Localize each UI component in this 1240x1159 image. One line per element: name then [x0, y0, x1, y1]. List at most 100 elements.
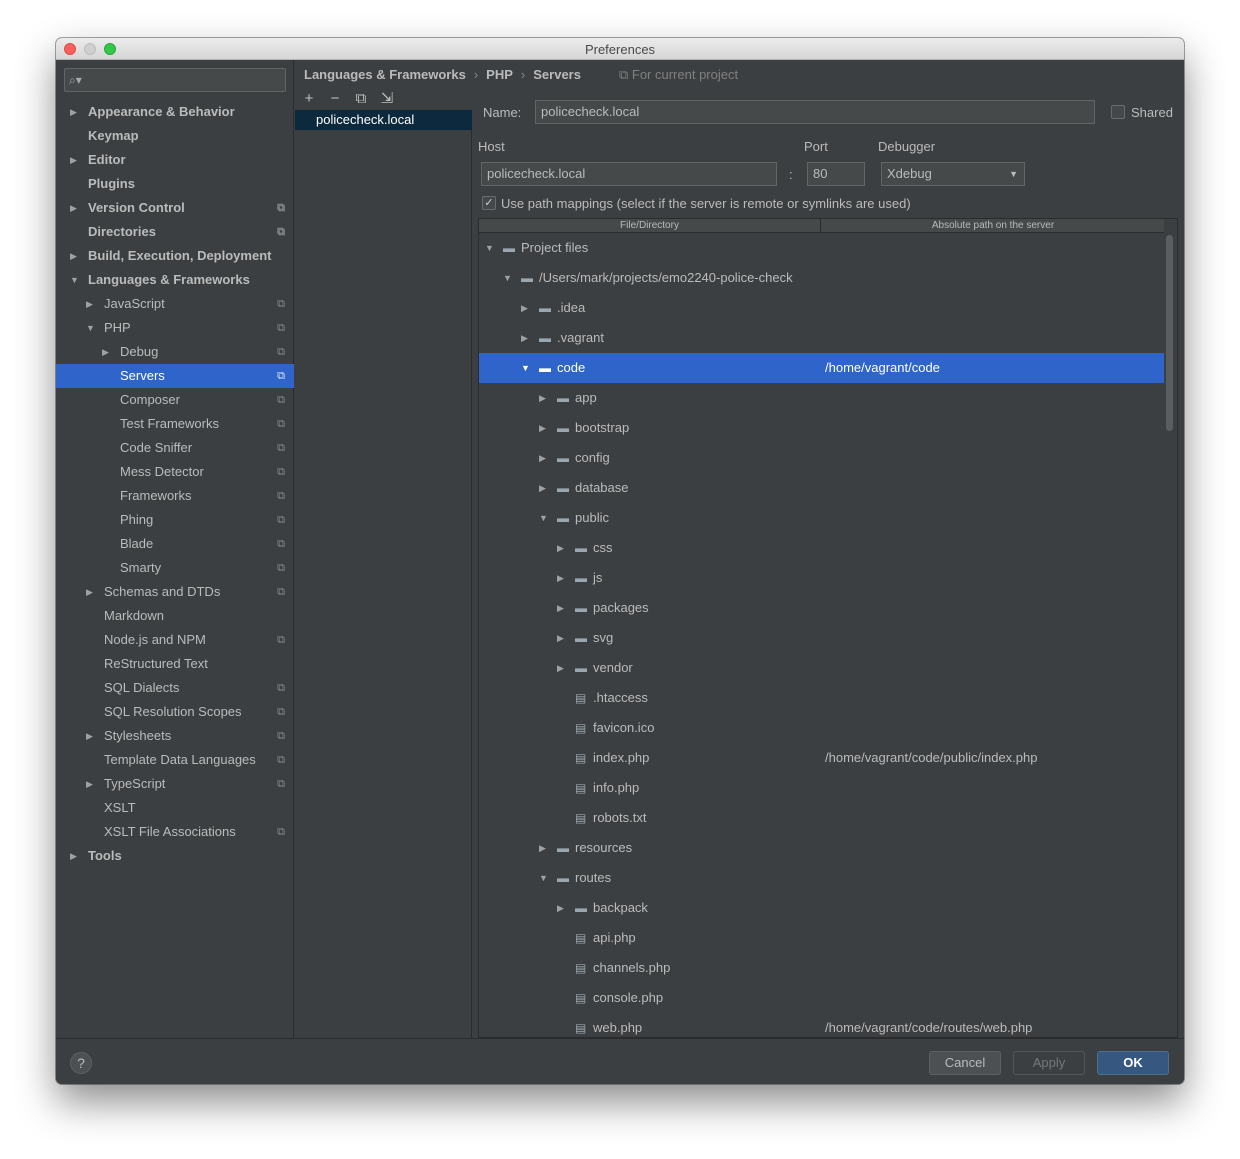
table-row[interactable]: ▤ .htaccess: [479, 683, 1164, 713]
mapping-server-path[interactable]: /home/vagrant/code/public/index.php: [825, 743, 1037, 773]
table-row[interactable]: ▤ console.php: [479, 983, 1164, 1013]
settings-tree-item[interactable]: Directories ⧉: [56, 220, 294, 244]
table-row[interactable]: ▶ ▬ resources: [479, 833, 1164, 863]
settings-tree-item[interactable]: SQL Resolution Scopes ⧉: [56, 700, 294, 724]
table-row[interactable]: ▤ index.php/home/vagrant/code/public/inde…: [479, 743, 1164, 773]
chevron-down-icon[interactable]: ▼: [521, 353, 530, 383]
table-row[interactable]: ▶ ▬ backpack: [479, 893, 1164, 923]
settings-tree-item[interactable]: Frameworks ⧉: [56, 484, 294, 508]
chevron-right-icon[interactable]: ▶: [86, 292, 93, 316]
chevron-right-icon[interactable]: ▶: [521, 293, 528, 323]
table-row[interactable]: ▶ ▬ css: [479, 533, 1164, 563]
column-file-directory[interactable]: File/Directory: [479, 219, 821, 233]
chevron-right-icon[interactable]: ▶: [70, 844, 77, 868]
table-row[interactable]: ▶ ▬ .vagrant: [479, 323, 1164, 353]
settings-tree-item[interactable]: Smarty ⧉: [56, 556, 294, 580]
settings-tree-item[interactable]: ▼ PHP ⧉: [56, 316, 294, 340]
chevron-right-icon[interactable]: ▶: [86, 772, 93, 796]
remove-server-button[interactable]: −: [326, 90, 344, 108]
mapping-server-path[interactable]: /home/vagrant/code: [825, 353, 940, 383]
chevron-down-icon[interactable]: ▼: [539, 503, 548, 533]
copy-server-button[interactable]: ⧉: [352, 90, 370, 108]
shared-checkbox[interactable]: [1111, 105, 1125, 119]
chevron-right-icon[interactable]: ▶: [557, 563, 564, 593]
chevron-down-icon[interactable]: ▼: [503, 263, 512, 293]
settings-tree-item[interactable]: SQL Dialects ⧉: [56, 676, 294, 700]
settings-tree-item[interactable]: Phing ⧉: [56, 508, 294, 532]
chevron-right-icon[interactable]: ▶: [539, 833, 546, 863]
table-row[interactable]: ▼ ▬ code/home/vagrant/code: [479, 353, 1164, 383]
table-row[interactable]: ▶ ▬ vendor: [479, 653, 1164, 683]
table-row[interactable]: ▤ api.php: [479, 923, 1164, 953]
table-row[interactable]: ▤ web.php/home/vagrant/code/routes/web.ph…: [479, 1013, 1164, 1037]
chevron-right-icon[interactable]: ▶: [539, 383, 546, 413]
chevron-right-icon[interactable]: ▶: [539, 413, 546, 443]
table-row[interactable]: ▶ ▬ svg: [479, 623, 1164, 653]
chevron-right-icon[interactable]: ▶: [557, 593, 564, 623]
settings-tree-item[interactable]: XSLT File Associations ⧉: [56, 820, 294, 844]
cancel-button[interactable]: Cancel: [929, 1051, 1001, 1075]
chevron-right-icon[interactable]: ▶: [539, 473, 546, 503]
chevron-right-icon[interactable]: ▶: [70, 244, 77, 268]
table-row[interactable]: ▤ favicon.ico: [479, 713, 1164, 743]
settings-tree-item[interactable]: Markdown: [56, 604, 294, 628]
table-row[interactable]: ▼ ▬ Project files: [479, 233, 1164, 263]
settings-tree-item[interactable]: Blade ⧉: [56, 532, 294, 556]
table-row[interactable]: ▤ robots.txt: [479, 803, 1164, 833]
import-server-button[interactable]: ⇲: [378, 90, 396, 108]
scrollbar-thumb[interactable]: [1166, 235, 1173, 431]
settings-tree-item[interactable]: ▶ TypeScript ⧉: [56, 772, 294, 796]
chevron-right-icon[interactable]: ▶: [539, 443, 546, 473]
settings-tree-item[interactable]: Mess Detector ⧉: [56, 460, 294, 484]
apply-button[interactable]: Apply: [1013, 1051, 1085, 1075]
table-row[interactable]: ▶ ▬ app: [479, 383, 1164, 413]
chevron-right-icon[interactable]: ▶: [86, 724, 93, 748]
table-row[interactable]: ▶ ▬ js: [479, 563, 1164, 593]
table-row[interactable]: ▤ info.php: [479, 773, 1164, 803]
server-name-input[interactable]: policecheck.local: [535, 100, 1095, 124]
vertical-scrollbar[interactable]: [1166, 235, 1173, 1035]
settings-tree-item[interactable]: ▶ Stylesheets ⧉: [56, 724, 294, 748]
chevron-down-icon[interactable]: ▼: [539, 863, 548, 893]
settings-tree-item[interactable]: Keymap: [56, 124, 294, 148]
mapping-server-path[interactable]: /home/vagrant/code/routes/web.php: [825, 1013, 1032, 1037]
chevron-down-icon[interactable]: ▼: [485, 233, 494, 263]
chevron-right-icon[interactable]: ▶: [70, 196, 77, 220]
settings-tree-item[interactable]: Node.js and NPM ⧉: [56, 628, 294, 652]
settings-tree-item[interactable]: Plugins: [56, 172, 294, 196]
chevron-right-icon[interactable]: ▶: [86, 580, 93, 604]
table-row[interactable]: ▶ ▬ packages: [479, 593, 1164, 623]
settings-tree-item[interactable]: ▶ Tools: [56, 844, 294, 868]
chevron-right-icon[interactable]: ▶: [102, 340, 109, 364]
path-mappings-checkbox[interactable]: ✓: [482, 196, 496, 210]
settings-tree-item[interactable]: ▶ Version Control ⧉: [56, 196, 294, 220]
settings-tree-item[interactable]: Code Sniffer ⧉: [56, 436, 294, 460]
chevron-down-icon[interactable]: ▼: [70, 268, 79, 292]
breadcrumb-languages-frameworks[interactable]: Languages & Frameworks: [304, 67, 466, 82]
server-list-item[interactable]: policecheck.local: [295, 110, 472, 130]
settings-tree-item[interactable]: Test Frameworks ⧉: [56, 412, 294, 436]
column-absolute-path[interactable]: Absolute path on the server: [822, 219, 1164, 233]
chevron-right-icon[interactable]: ▶: [70, 100, 77, 124]
help-button[interactable]: ?: [70, 1052, 92, 1074]
table-row[interactable]: ▼ ▬ routes: [479, 863, 1164, 893]
table-row[interactable]: ▼ ▬ /Users/mark/projects/emo2240-police-ch…: [479, 263, 1164, 293]
table-row[interactable]: ▶ ▬ database: [479, 473, 1164, 503]
chevron-right-icon[interactable]: ▶: [557, 623, 564, 653]
table-row[interactable]: ▶ ▬ .idea: [479, 293, 1164, 323]
port-input[interactable]: 80: [807, 162, 865, 186]
settings-tree-item[interactable]: ▶ Schemas and DTDs ⧉: [56, 580, 294, 604]
settings-tree-item[interactable]: ▶ Editor: [56, 148, 294, 172]
ok-button[interactable]: OK: [1097, 1051, 1169, 1075]
table-row[interactable]: ▤ channels.php: [479, 953, 1164, 983]
table-row[interactable]: ▶ ▬ bootstrap: [479, 413, 1164, 443]
chevron-right-icon[interactable]: ▶: [70, 148, 77, 172]
add-server-button[interactable]: +: [300, 90, 318, 108]
chevron-right-icon[interactable]: ▶: [557, 533, 564, 563]
chevron-right-icon[interactable]: ▶: [557, 893, 564, 923]
table-row[interactable]: ▶ ▬ config: [479, 443, 1164, 473]
settings-tree-item[interactable]: Template Data Languages ⧉: [56, 748, 294, 772]
settings-tree-item[interactable]: ▶ Build, Execution, Deployment: [56, 244, 294, 268]
chevron-down-icon[interactable]: ▼: [86, 316, 95, 340]
settings-tree-item[interactable]: Composer ⧉: [56, 388, 294, 412]
